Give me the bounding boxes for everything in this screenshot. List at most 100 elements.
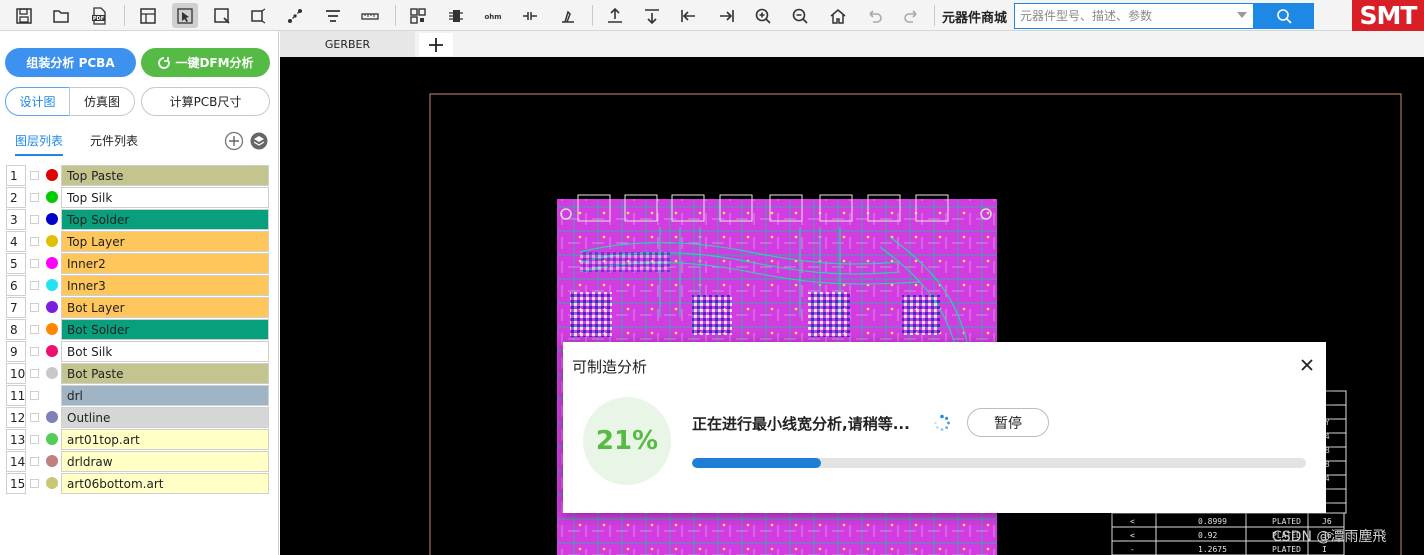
layer-color-swatch[interactable] (46, 257, 58, 269)
ohm-icon[interactable]: ohm (480, 3, 506, 28)
layer-number: 11 (6, 385, 26, 406)
layer-visibility-checkbox[interactable] (30, 281, 39, 290)
layer-row[interactable]: 12 Outline (6, 407, 269, 429)
layer-name: art01top.art (61, 429, 269, 450)
layer-row[interactable]: 3 Top Solder (6, 209, 269, 231)
layer-visibility-checkbox[interactable] (30, 325, 39, 334)
layer-row[interactable]: 1 Top Paste (6, 165, 269, 187)
dfm-analysis-button[interactable]: 一键DFM分析 (141, 48, 270, 77)
tab-design-view[interactable]: 设计图 (5, 87, 70, 116)
tab-component-list[interactable]: 元件列表 (90, 132, 138, 154)
zoom-window-icon[interactable] (209, 3, 235, 28)
ruler-icon[interactable] (357, 3, 383, 28)
layer-row[interactable]: 8 Bot Solder (6, 319, 269, 341)
layer-row[interactable]: 7 Bot Layer (6, 297, 269, 319)
layer-visibility-checkbox[interactable] (30, 369, 39, 378)
progress-bar-fill (692, 458, 821, 468)
move-icon[interactable] (245, 3, 271, 28)
chevron-down-icon[interactable] (1237, 12, 1247, 18)
import-down-icon[interactable] (639, 3, 665, 28)
layer-color-swatch[interactable] (46, 301, 58, 313)
layer-row[interactable]: 9 Bot Silk (6, 341, 269, 363)
layer-visibility-checkbox[interactable] (30, 303, 39, 312)
layer-name: Inner2 (61, 253, 269, 274)
search-button[interactable] (1254, 3, 1314, 29)
layer-name: Top Layer (61, 231, 269, 252)
zoom-in-icon[interactable] (750, 3, 776, 28)
toolbar-separator (934, 5, 935, 26)
filter-icon[interactable] (320, 3, 346, 28)
layer-visibility-checkbox[interactable] (30, 347, 39, 356)
probe-icon[interactable] (555, 3, 581, 28)
component-icon[interactable] (443, 3, 469, 28)
close-icon[interactable] (1299, 357, 1315, 373)
drill-table-cell: < (1130, 531, 1135, 540)
layout-icon[interactable] (135, 3, 161, 28)
layer-color-swatch[interactable] (46, 455, 58, 467)
pause-button[interactable]: 暂停 (967, 408, 1049, 437)
add-layer-icon[interactable] (224, 131, 244, 151)
tab-gerber[interactable]: GERBER (280, 31, 415, 57)
layer-row[interactable]: 2 Top Silk (6, 187, 269, 209)
layer-row[interactable]: 13 art01top.art (6, 429, 269, 451)
layer-color-swatch[interactable] (46, 169, 58, 181)
left-panel: 组装分析 PCBA 一键DFM分析 设计图 仿真图 计算PCB尺寸 图层列表 元… (0, 31, 279, 555)
layer-row[interactable]: 5 Inner2 (6, 253, 269, 275)
layer-color-swatch[interactable] (46, 477, 58, 489)
layer-visibility-checkbox[interactable] (30, 237, 39, 246)
layer-color-swatch[interactable] (46, 213, 58, 225)
calc-pcb-size-button[interactable]: 计算PCB尺寸 (141, 87, 270, 116)
layer-color-swatch[interactable] (46, 345, 58, 357)
pdf-icon[interactable]: PDF (86, 3, 112, 28)
align-left-icon[interactable] (676, 3, 702, 28)
layer-visibility-checkbox[interactable] (30, 259, 39, 268)
layer-color-swatch[interactable] (46, 323, 58, 335)
add-tab-button[interactable] (419, 33, 453, 56)
undo-icon[interactable] (862, 3, 888, 28)
layer-visibility-checkbox[interactable] (30, 193, 39, 202)
align-right-icon[interactable] (713, 3, 739, 28)
layer-visibility-checkbox[interactable] (30, 479, 39, 488)
home-icon[interactable] (825, 3, 851, 28)
qr-code-icon[interactable] (405, 3, 431, 28)
layer-color-swatch[interactable] (46, 367, 58, 379)
layer-row[interactable]: 15 art06bottom.art (6, 473, 269, 495)
component-search-input[interactable] (1015, 4, 1235, 28)
route-icon[interactable] (282, 3, 308, 28)
dialog-title: 可制造分析 (572, 358, 648, 376)
save-icon[interactable] (11, 3, 37, 28)
open-folder-icon[interactable] (48, 3, 74, 28)
layer-name: Top Paste (61, 165, 269, 186)
tab-simulation-view[interactable]: 仿真图 (69, 87, 135, 116)
layer-row[interactable]: 10 Bot Paste (6, 363, 269, 385)
layer-row[interactable]: 6 Inner3 (6, 275, 269, 297)
layer-visibility-checkbox[interactable] (30, 391, 39, 400)
layer-color-swatch[interactable] (46, 389, 58, 401)
tab-layer-list[interactable]: 图层列表 (15, 132, 64, 156)
layer-visibility-checkbox[interactable] (30, 457, 39, 466)
dfm-progress-dialog: 可制造分析 21% 正在进行最小线宽分析,请稍等... 暂停 (563, 342, 1326, 513)
layer-color-swatch[interactable] (46, 433, 58, 445)
layer-color-swatch[interactable] (46, 191, 58, 203)
layer-visibility-checkbox[interactable] (30, 215, 39, 224)
layer-color-swatch[interactable] (46, 235, 58, 247)
layer-color-swatch[interactable] (46, 279, 58, 291)
select-pointer-icon[interactable] (172, 3, 198, 28)
layers-stack-icon[interactable] (249, 131, 269, 151)
capacitor-icon[interactable] (517, 3, 543, 28)
layer-number: 1 (6, 165, 26, 186)
pcba-analysis-button[interactable]: 组装分析 PCBA (5, 48, 136, 77)
zoom-out-icon[interactable] (787, 3, 813, 28)
layer-row[interactable]: 4 Top Layer (6, 231, 269, 253)
layer-visibility-checkbox[interactable] (30, 171, 39, 180)
redo-icon[interactable] (898, 3, 924, 28)
pdf-icon-label: PDF (93, 16, 104, 22)
layer-row[interactable]: 14 drldraw (6, 451, 269, 473)
component-shop-label: 元器件商城 (942, 11, 1008, 26)
layer-visibility-checkbox[interactable] (30, 413, 39, 422)
layer-name: Bot Layer (61, 297, 269, 318)
layer-row[interactable]: 11 drl (6, 385, 269, 407)
export-up-icon[interactable] (602, 3, 628, 28)
layer-visibility-checkbox[interactable] (30, 435, 39, 444)
layer-color-swatch[interactable] (46, 411, 58, 423)
